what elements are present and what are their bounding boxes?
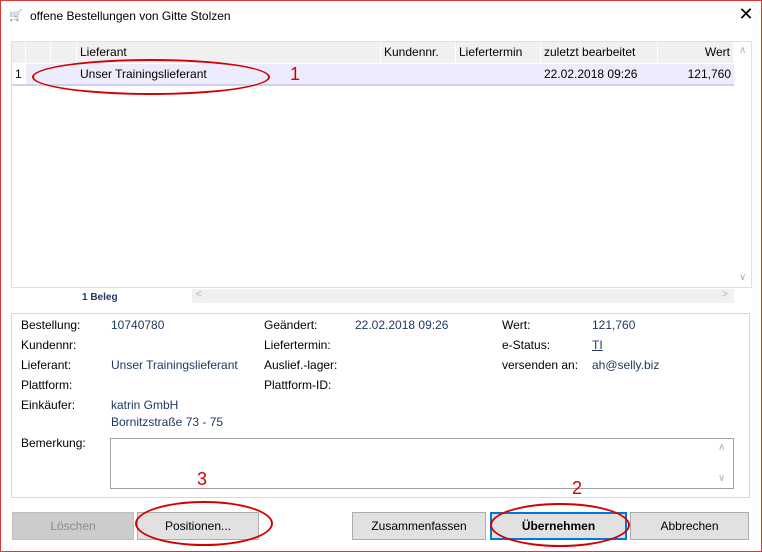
record-count: 1 Beleg — [82, 292, 118, 303]
scroll-right-icon[interactable]: > — [722, 289, 728, 300]
scroll-down-icon[interactable]: ∨ — [718, 473, 725, 484]
scroll-left-icon[interactable]: < — [196, 289, 202, 300]
wert-value: 121,760 — [592, 318, 636, 332]
estatus-link[interactable]: TI — [592, 338, 603, 352]
cell-zuletzt: 22.02.2018 09:26 — [544, 67, 638, 81]
wert-label: Wert: — [502, 318, 531, 332]
close-icon[interactable]: ✕ — [737, 4, 755, 25]
row-number: 1 — [12, 64, 26, 84]
scroll-down-icon[interactable]: ∨ — [739, 272, 746, 283]
versenden-value: ah@selly.biz — [592, 358, 660, 372]
cell-wert: 121,760 — [687, 67, 731, 81]
zusammenfassen-button[interactable]: Zusammenfassen — [352, 512, 486, 540]
annotation-ellipse-3 — [135, 501, 273, 546]
header-liefertermin[interactable]: Liefertermin — [456, 42, 541, 63]
horizontal-scrollbar[interactable]: < > — [192, 289, 734, 303]
abbrechen-button[interactable]: Abbrechen — [630, 512, 749, 540]
kundennr-label: Kundennr: — [21, 338, 77, 352]
annotation-number-3: 3 — [197, 469, 208, 489]
header-kundennr[interactable]: Kundennr. — [381, 42, 456, 63]
geaendert-label: Geändert: — [264, 318, 318, 332]
window-title: offene Bestellungen von Gitte Stolzen — [30, 9, 231, 23]
geaendert-value: 22.02.2018 09:26 — [355, 318, 449, 332]
vertical-scrollbar[interactable]: ∧ ∨ — [735, 42, 751, 287]
estatus-label: e-Status: — [502, 338, 551, 352]
liefertermin-label: Liefertermin: — [264, 338, 331, 352]
bemerkung-label: Bemerkung: — [21, 436, 86, 450]
header-blank — [26, 42, 51, 63]
annotation-number-1: 1 — [290, 64, 301, 84]
versenden-label: versenden an: — [502, 358, 579, 372]
auslief-label: Auslief.-lager: — [264, 358, 338, 372]
plattform-id-label: Plattform-ID: — [264, 378, 332, 392]
cart-icon: 🛒 — [9, 10, 23, 22]
scroll-up-icon[interactable]: ∧ — [718, 442, 725, 453]
header-blank — [51, 42, 77, 63]
header-zuletzt[interactable]: zuletzt bearbeitet — [541, 42, 658, 63]
plattform-label: Plattform: — [21, 378, 73, 392]
scroll-up-icon[interactable]: ∧ — [739, 45, 746, 56]
lieferant-value: Unser Trainingslieferant — [111, 358, 238, 372]
einkaeufer-address: Bornitzstraße 73 - 75 — [111, 415, 224, 429]
bestellung-label: Bestellung: — [21, 318, 81, 332]
bestellung-value: 10740780 — [111, 318, 165, 332]
annotation-ellipse-1 — [32, 59, 270, 95]
annotation-ellipse-2 — [490, 503, 630, 547]
annotation-number-2: 2 — [572, 478, 583, 498]
lieferant-label: Lieferant: — [21, 358, 72, 372]
einkaeufer-name: katrin GmbH — [111, 398, 179, 412]
einkaeufer-label: Einkäufer: — [21, 398, 76, 412]
header-wert[interactable]: Wert — [658, 42, 734, 63]
loeschen-button[interactable]: Löschen — [12, 512, 134, 540]
header-rownum — [12, 42, 26, 63]
